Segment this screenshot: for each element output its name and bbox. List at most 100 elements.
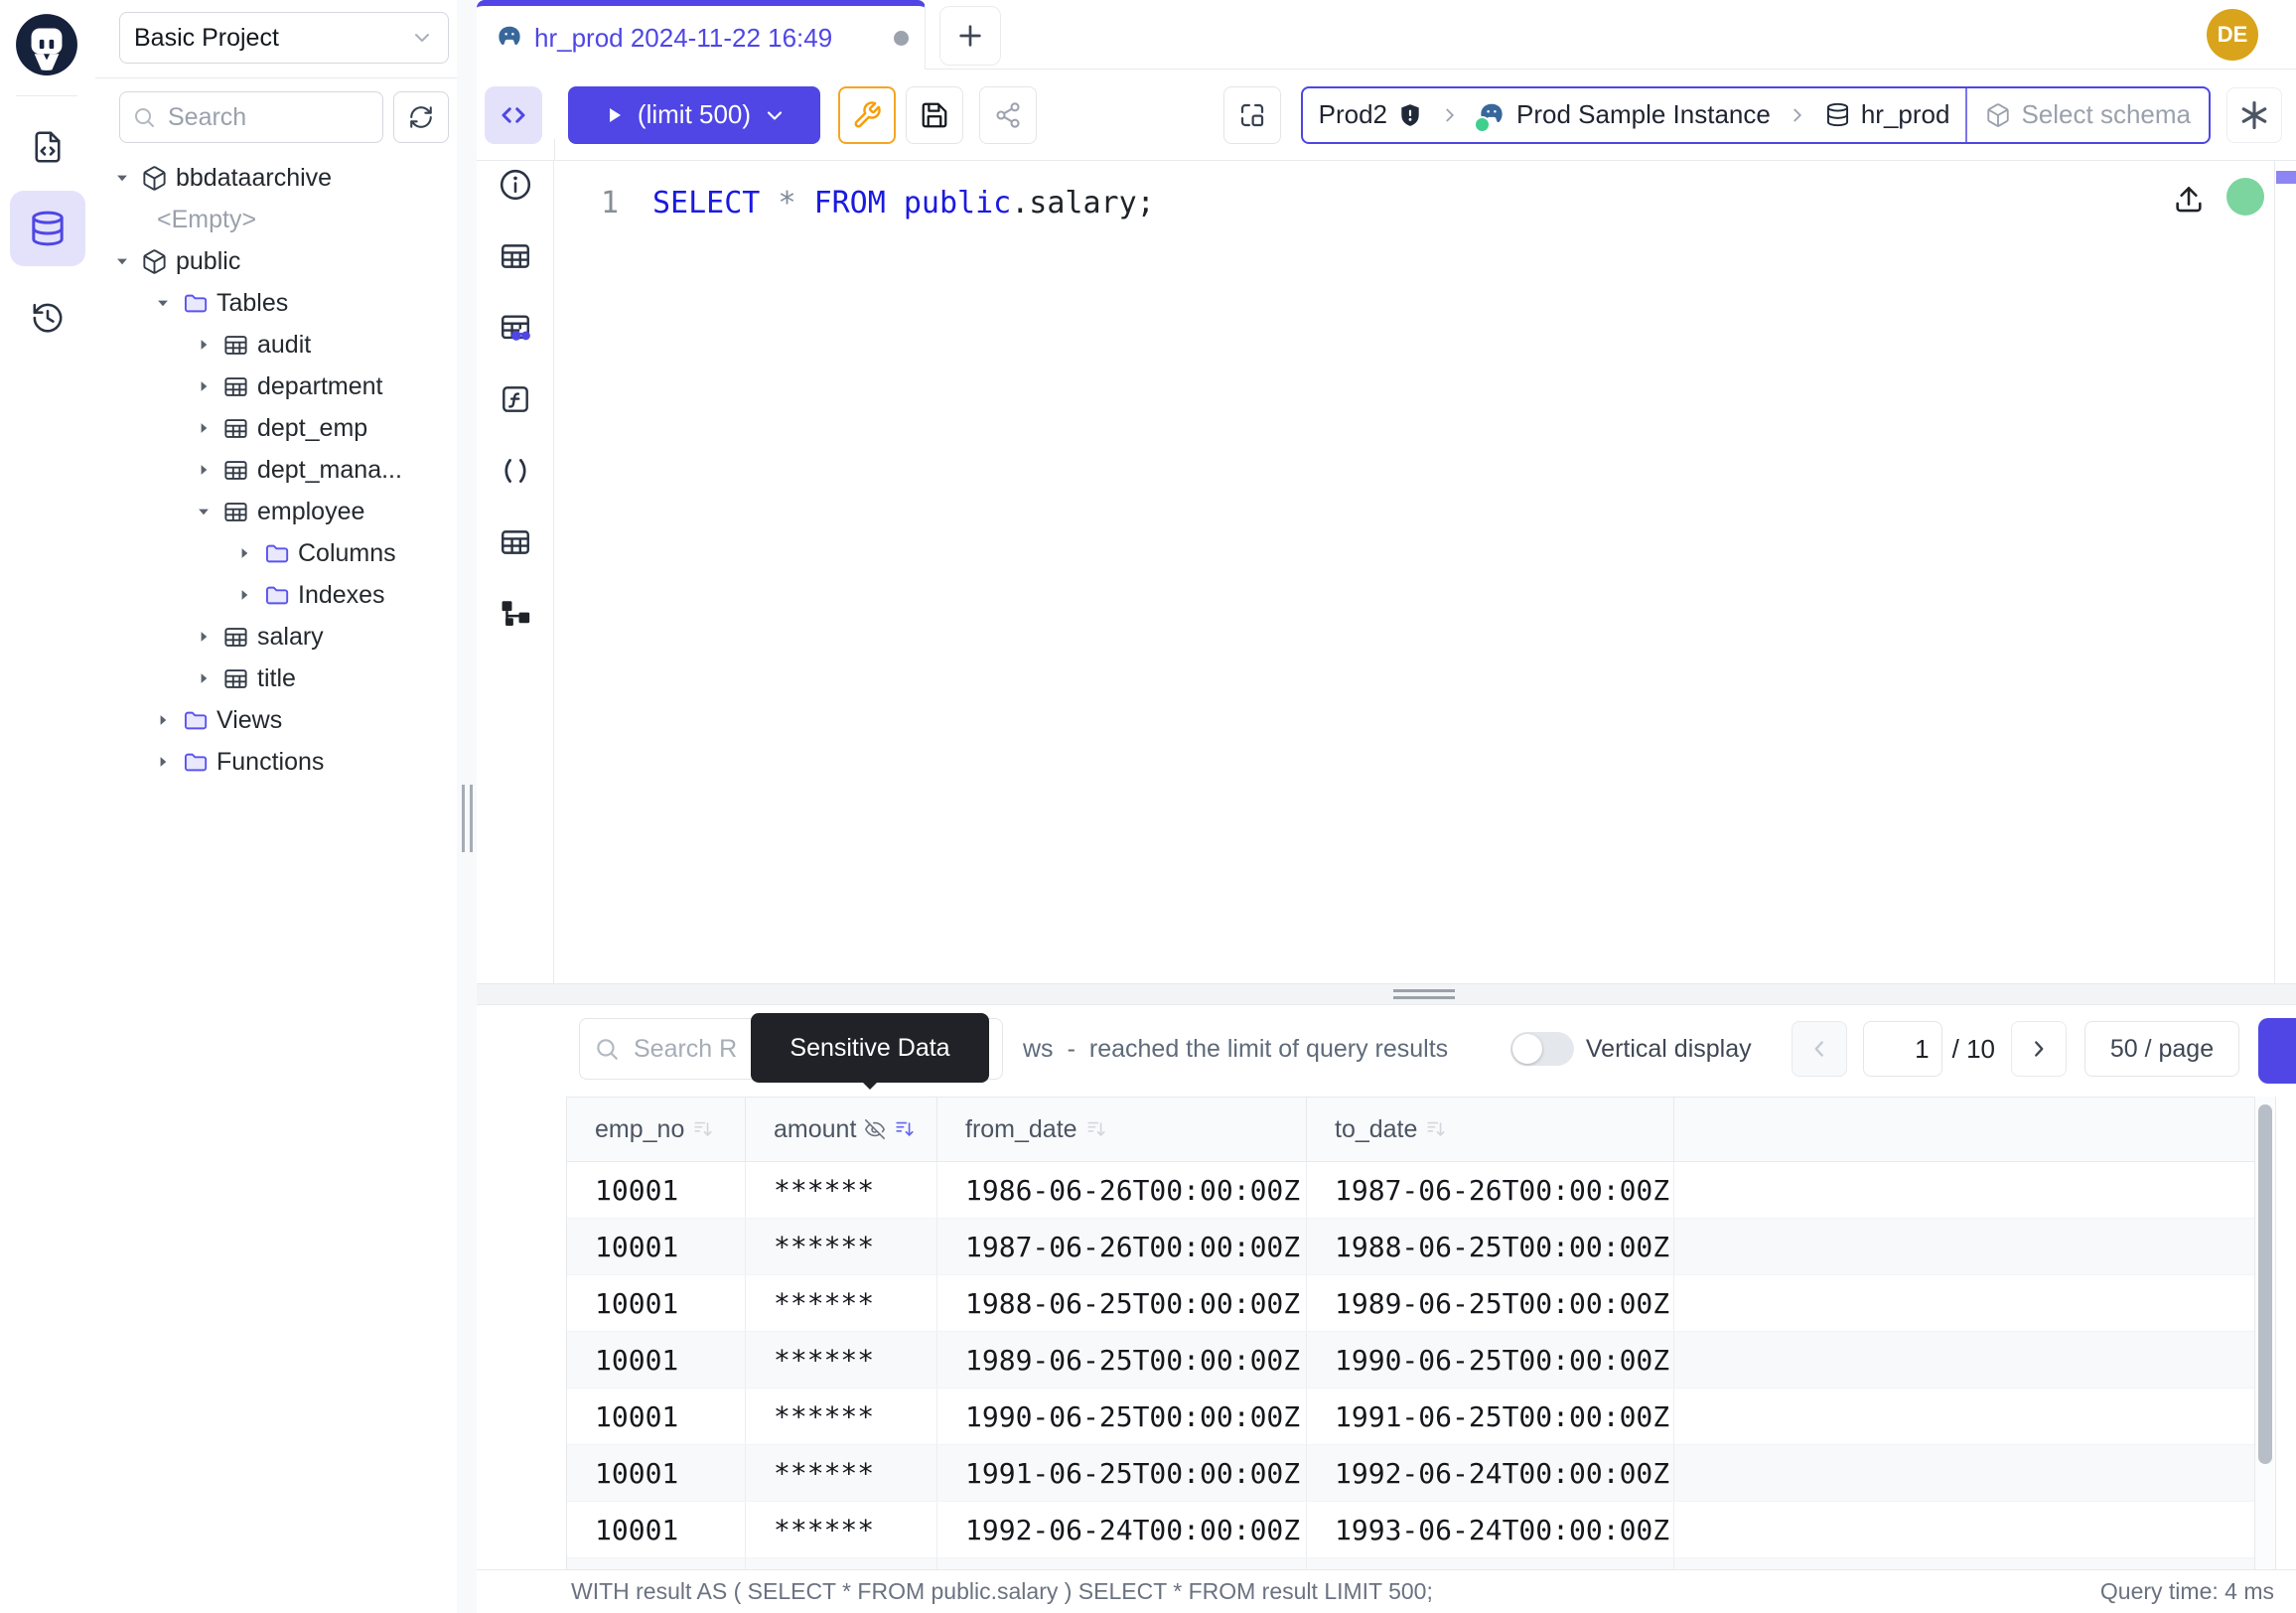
- tree-item-indexes[interactable]: Indexes: [95, 574, 457, 616]
- sort-icon[interactable]: [1085, 1118, 1107, 1140]
- caret-right-icon[interactable]: [191, 336, 216, 354]
- cell[interactable]: 1991-06-25T00:00:00Z: [1307, 1389, 1674, 1444]
- cell[interactable]: 1993-06-24T00:00:00Z: [1307, 1502, 1674, 1557]
- cell[interactable]: 1989-06-25T00:00:00Z: [937, 1332, 1307, 1388]
- editor-scrollbar-lane[interactable]: [2274, 161, 2275, 983]
- results-scrollbar-lane[interactable]: [2254, 1097, 2276, 1569]
- tree-item-tables[interactable]: Tables: [95, 282, 457, 324]
- cell[interactable]: 1993-06-24T00:00:00Z: [937, 1558, 1307, 1569]
- cell[interactable]: 10001: [567, 1558, 746, 1569]
- cell[interactable]: 1990-06-25T00:00:00Z: [1307, 1332, 1674, 1388]
- tree-item-views[interactable]: Views: [95, 699, 457, 741]
- tree-item-columns[interactable]: Columns: [95, 532, 457, 574]
- save-button[interactable]: [906, 86, 963, 144]
- cell[interactable]: 1994-06-24T00:00:00Z: [1307, 1558, 1674, 1569]
- sort-icon[interactable]: [1425, 1118, 1447, 1140]
- cell[interactable]: 1992-06-24T00:00:00Z: [1307, 1445, 1674, 1501]
- tree-item-functions[interactable]: Functions: [95, 741, 457, 783]
- column-header-to_date[interactable]: to_date: [1307, 1098, 1674, 1161]
- tree-item-public[interactable]: public: [95, 240, 457, 282]
- cell[interactable]: ******: [746, 1502, 937, 1557]
- breadcrumb-environment[interactable]: Prod2: [1303, 99, 1439, 130]
- cell[interactable]: 1986-06-26T00:00:00Z: [937, 1162, 1307, 1218]
- tree-item-salary[interactable]: salary: [95, 616, 457, 658]
- prev-page-button[interactable]: [1792, 1021, 1847, 1077]
- refresh-button[interactable]: [393, 91, 449, 143]
- caret-down-icon[interactable]: [109, 252, 135, 270]
- sensitive-data-panel-icon[interactable]: [495, 307, 536, 349]
- results-scrollbar-thumb[interactable]: [2258, 1104, 2272, 1464]
- cell[interactable]: ******: [746, 1445, 937, 1501]
- worksheets-icon[interactable]: [26, 125, 70, 169]
- cell[interactable]: 1987-06-26T00:00:00Z: [1307, 1162, 1674, 1218]
- run-query-button[interactable]: (limit 500): [568, 86, 820, 144]
- tab-hr-prod[interactable]: hr_prod 2024-11-22 16:49: [477, 0, 926, 70]
- cell[interactable]: ******: [746, 1558, 937, 1569]
- breadcrumb-instance[interactable]: Prod Sample Instance: [1461, 99, 1787, 130]
- schema-diagram-icon[interactable]: [495, 593, 536, 635]
- cell[interactable]: 10001: [567, 1219, 746, 1274]
- caret-right-icon[interactable]: [191, 461, 216, 479]
- cell[interactable]: 1988-06-25T00:00:00Z: [937, 1275, 1307, 1331]
- breadcrumb-database[interactable]: hr_prod: [1808, 99, 1966, 130]
- history-icon[interactable]: [26, 296, 70, 340]
- page-number-input[interactable]: [1863, 1021, 1942, 1077]
- results-export-button[interactable]: [2258, 1018, 2296, 1084]
- new-tab-button[interactable]: [939, 6, 1001, 66]
- vertical-display-toggle[interactable]: [1510, 1032, 1574, 1066]
- info-icon[interactable]: [495, 164, 536, 206]
- sidebar-search-input[interactable]: [166, 102, 370, 133]
- caret-right-icon[interactable]: [191, 419, 216, 437]
- batch-connection-button[interactable]: [1223, 86, 1281, 144]
- cell[interactable]: 10001: [567, 1162, 746, 1218]
- cell[interactable]: 10001: [567, 1332, 746, 1388]
- cell[interactable]: ******: [746, 1275, 937, 1331]
- project-selector[interactable]: Basic Project: [119, 12, 449, 64]
- cell[interactable]: 10001: [567, 1502, 746, 1557]
- cell[interactable]: 1988-06-25T00:00:00Z: [1307, 1219, 1674, 1274]
- caret-right-icon[interactable]: [191, 669, 216, 687]
- caret-right-icon[interactable]: [231, 544, 257, 562]
- caret-right-icon[interactable]: [191, 628, 216, 646]
- cell[interactable]: ******: [746, 1162, 937, 1218]
- admin-wrench-button[interactable]: [838, 86, 896, 144]
- caret-down-icon[interactable]: [191, 503, 216, 520]
- cell[interactable]: 1991-06-25T00:00:00Z: [937, 1445, 1307, 1501]
- share-button[interactable]: [979, 86, 1037, 144]
- sort-icon[interactable]: [894, 1118, 916, 1140]
- tree-item-employee[interactable]: employee: [95, 491, 457, 532]
- caret-down-icon[interactable]: [109, 169, 135, 187]
- sidebar-resize-handle[interactable]: [457, 0, 478, 1613]
- cell[interactable]: 10001: [567, 1275, 746, 1331]
- bytebase-logo[interactable]: [14, 12, 79, 77]
- databases-icon[interactable]: [10, 191, 85, 266]
- sort-icon[interactable]: [692, 1118, 714, 1140]
- tree-item-department[interactable]: department: [95, 366, 457, 407]
- tree-item-bbdataarchive[interactable]: bbdataarchive: [95, 157, 457, 199]
- select-schema-button[interactable]: Select schema: [1965, 88, 2209, 142]
- cell[interactable]: 1989-06-25T00:00:00Z: [1307, 1275, 1674, 1331]
- caret-down-icon[interactable]: [150, 294, 176, 312]
- sidebar-search[interactable]: [119, 91, 383, 143]
- functions-panel-icon[interactable]: [495, 378, 536, 420]
- caret-right-icon[interactable]: [150, 711, 176, 729]
- cell[interactable]: 1987-06-26T00:00:00Z: [937, 1219, 1307, 1274]
- procedures-panel-icon[interactable]: [495, 450, 536, 492]
- cell[interactable]: ******: [746, 1389, 937, 1444]
- upload-icon[interactable]: [2169, 179, 2209, 219]
- caret-right-icon[interactable]: [191, 377, 216, 395]
- tree-item-dept-emp[interactable]: dept_emp: [95, 407, 457, 449]
- column-header-from_date[interactable]: from_date: [937, 1098, 1307, 1161]
- code-area[interactable]: 1 SELECT * FROM public.salary;: [555, 161, 2274, 983]
- cell[interactable]: 1990-06-25T00:00:00Z: [937, 1389, 1307, 1444]
- column-header-amount[interactable]: amount: [746, 1098, 937, 1161]
- caret-right-icon[interactable]: [150, 753, 176, 771]
- external-tables-panel-icon[interactable]: [495, 521, 536, 563]
- tables-panel-icon[interactable]: [495, 235, 536, 277]
- cell[interactable]: 10001: [567, 1389, 746, 1444]
- next-page-button[interactable]: [2011, 1021, 2067, 1077]
- column-header-emp_no[interactable]: emp_no: [567, 1098, 746, 1161]
- tree-item-title[interactable]: title: [95, 658, 457, 699]
- user-avatar[interactable]: DE: [2207, 9, 2258, 61]
- page-size-select[interactable]: 50 / page: [2084, 1021, 2239, 1077]
